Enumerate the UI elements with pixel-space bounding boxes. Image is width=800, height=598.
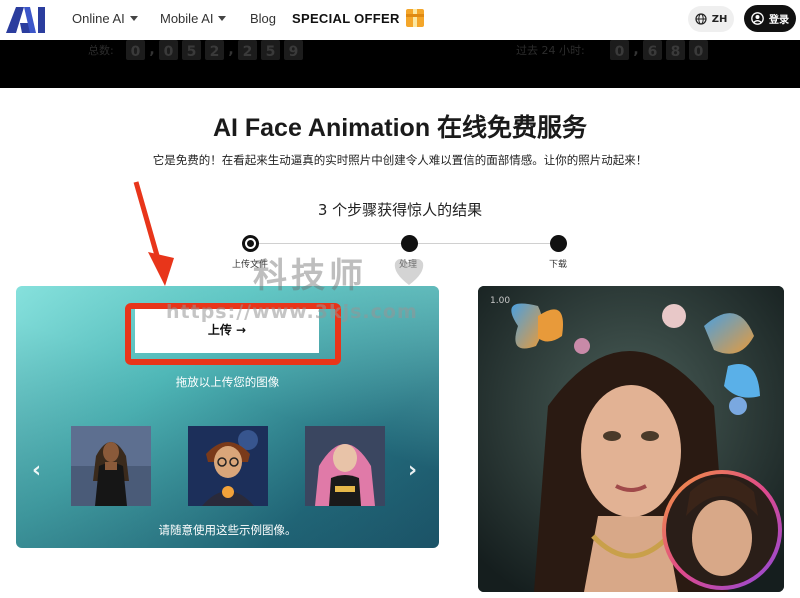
login-button[interactable]: 登录 — [744, 5, 796, 32]
sample-image-1[interactable] — [71, 426, 151, 506]
counter-digit: 5 — [261, 40, 280, 60]
counter-digit: 0 — [126, 40, 145, 60]
counter-digit: 2 — [205, 40, 224, 60]
special-offer-link[interactable]: SPECIAL OFFER — [292, 9, 424, 27]
preview-timestamp: 1.00 — [490, 296, 511, 306]
counter-separator: , — [228, 42, 234, 58]
total-count-digits: 0 , 0 5 2 , 2 5 9 — [126, 40, 303, 60]
gift-icon — [405, 9, 424, 27]
counter-separator: , — [633, 42, 639, 58]
last-24h-digits: 0 , 6 8 0 — [610, 40, 708, 60]
step-connector — [258, 243, 404, 244]
login-label: 登录 — [769, 15, 789, 26]
nav-mobile-ai-label: Mobile AI — [160, 11, 214, 26]
heart-icon — [394, 259, 424, 285]
preview-portrait-image — [478, 286, 784, 592]
page-subtitle: 它是免费的！在看起来生动逼真的实时照片中创建令人难以置信的面部情感。让你的照片动… — [152, 153, 648, 167]
annotation-arrow-icon — [133, 181, 174, 286]
step-3-label: 下载 — [549, 260, 568, 270]
nav-blog[interactable]: Blog — [250, 11, 276, 26]
carousel-prev-button[interactable]: ‹ — [32, 458, 41, 483]
total-count-label: 总数: — [88, 44, 114, 57]
counter-digit: 0 — [689, 40, 708, 60]
language-button[interactable]: ZH — [688, 6, 734, 32]
nav-online-ai[interactable]: Online AI — [72, 11, 138, 26]
chevron-down-icon — [129, 16, 138, 21]
counter-separator: , — [149, 42, 155, 58]
usage-counter-bar: 总数: 0 , 0 5 2 , 2 5 9 过去 24 小时: 0 , 6 8 … — [0, 40, 800, 88]
special-offer-label: SPECIAL OFFER — [292, 10, 400, 26]
counter-digit: 8 — [666, 40, 685, 60]
drop-hint: 拖放以上传您的图像 — [175, 375, 280, 389]
nav-online-ai-label: Online AI — [72, 11, 125, 26]
watermark-url: https://www.3kjs.com — [166, 301, 418, 323]
counter-digit: 6 — [643, 40, 662, 60]
upload-panel[interactable]: 上传 → 拖放以上传您的图像 ‹ › 请随意使用这些示例图像。 — [16, 286, 439, 548]
step-3-dot — [550, 235, 567, 252]
carousel-next-button[interactable]: › — [408, 458, 417, 483]
last-24h-label: 过去 24 小时: — [516, 44, 585, 57]
result-preview: 1.00 — [478, 286, 784, 592]
counter-digit: 0 — [159, 40, 178, 60]
counter-digit: 0 — [610, 40, 629, 60]
counter-digit: 5 — [182, 40, 201, 60]
sample-images-note: 请随意使用这些示例图像。 — [158, 523, 297, 537]
language-label: ZH — [711, 13, 728, 25]
user-icon — [751, 12, 764, 25]
counter-digit: 9 — [284, 40, 303, 60]
page: Online AI Mobile AI Blog SPECIAL OFFER Z… — [0, 0, 800, 598]
step-connector — [418, 243, 552, 244]
sample-image-2[interactable] — [188, 426, 268, 506]
ai-logo[interactable] — [6, 5, 46, 33]
page-title: AI Face Animation 在线免费服务 — [212, 114, 588, 142]
nav-blog-label: Blog — [250, 11, 277, 26]
top-nav: Online AI Mobile AI Blog SPECIAL OFFER Z… — [0, 0, 800, 40]
globe-icon — [695, 13, 707, 25]
nav-mobile-ai[interactable]: Mobile AI — [160, 11, 227, 26]
chevron-down-icon — [218, 16, 227, 21]
steps-heading: 3 个步骤获得惊人的结果 — [317, 201, 483, 219]
counter-digit: 2 — [238, 40, 257, 60]
watermark-text: 科技师 — [253, 256, 367, 296]
sample-image-3[interactable] — [305, 426, 385, 506]
step-2-dot — [401, 235, 418, 252]
